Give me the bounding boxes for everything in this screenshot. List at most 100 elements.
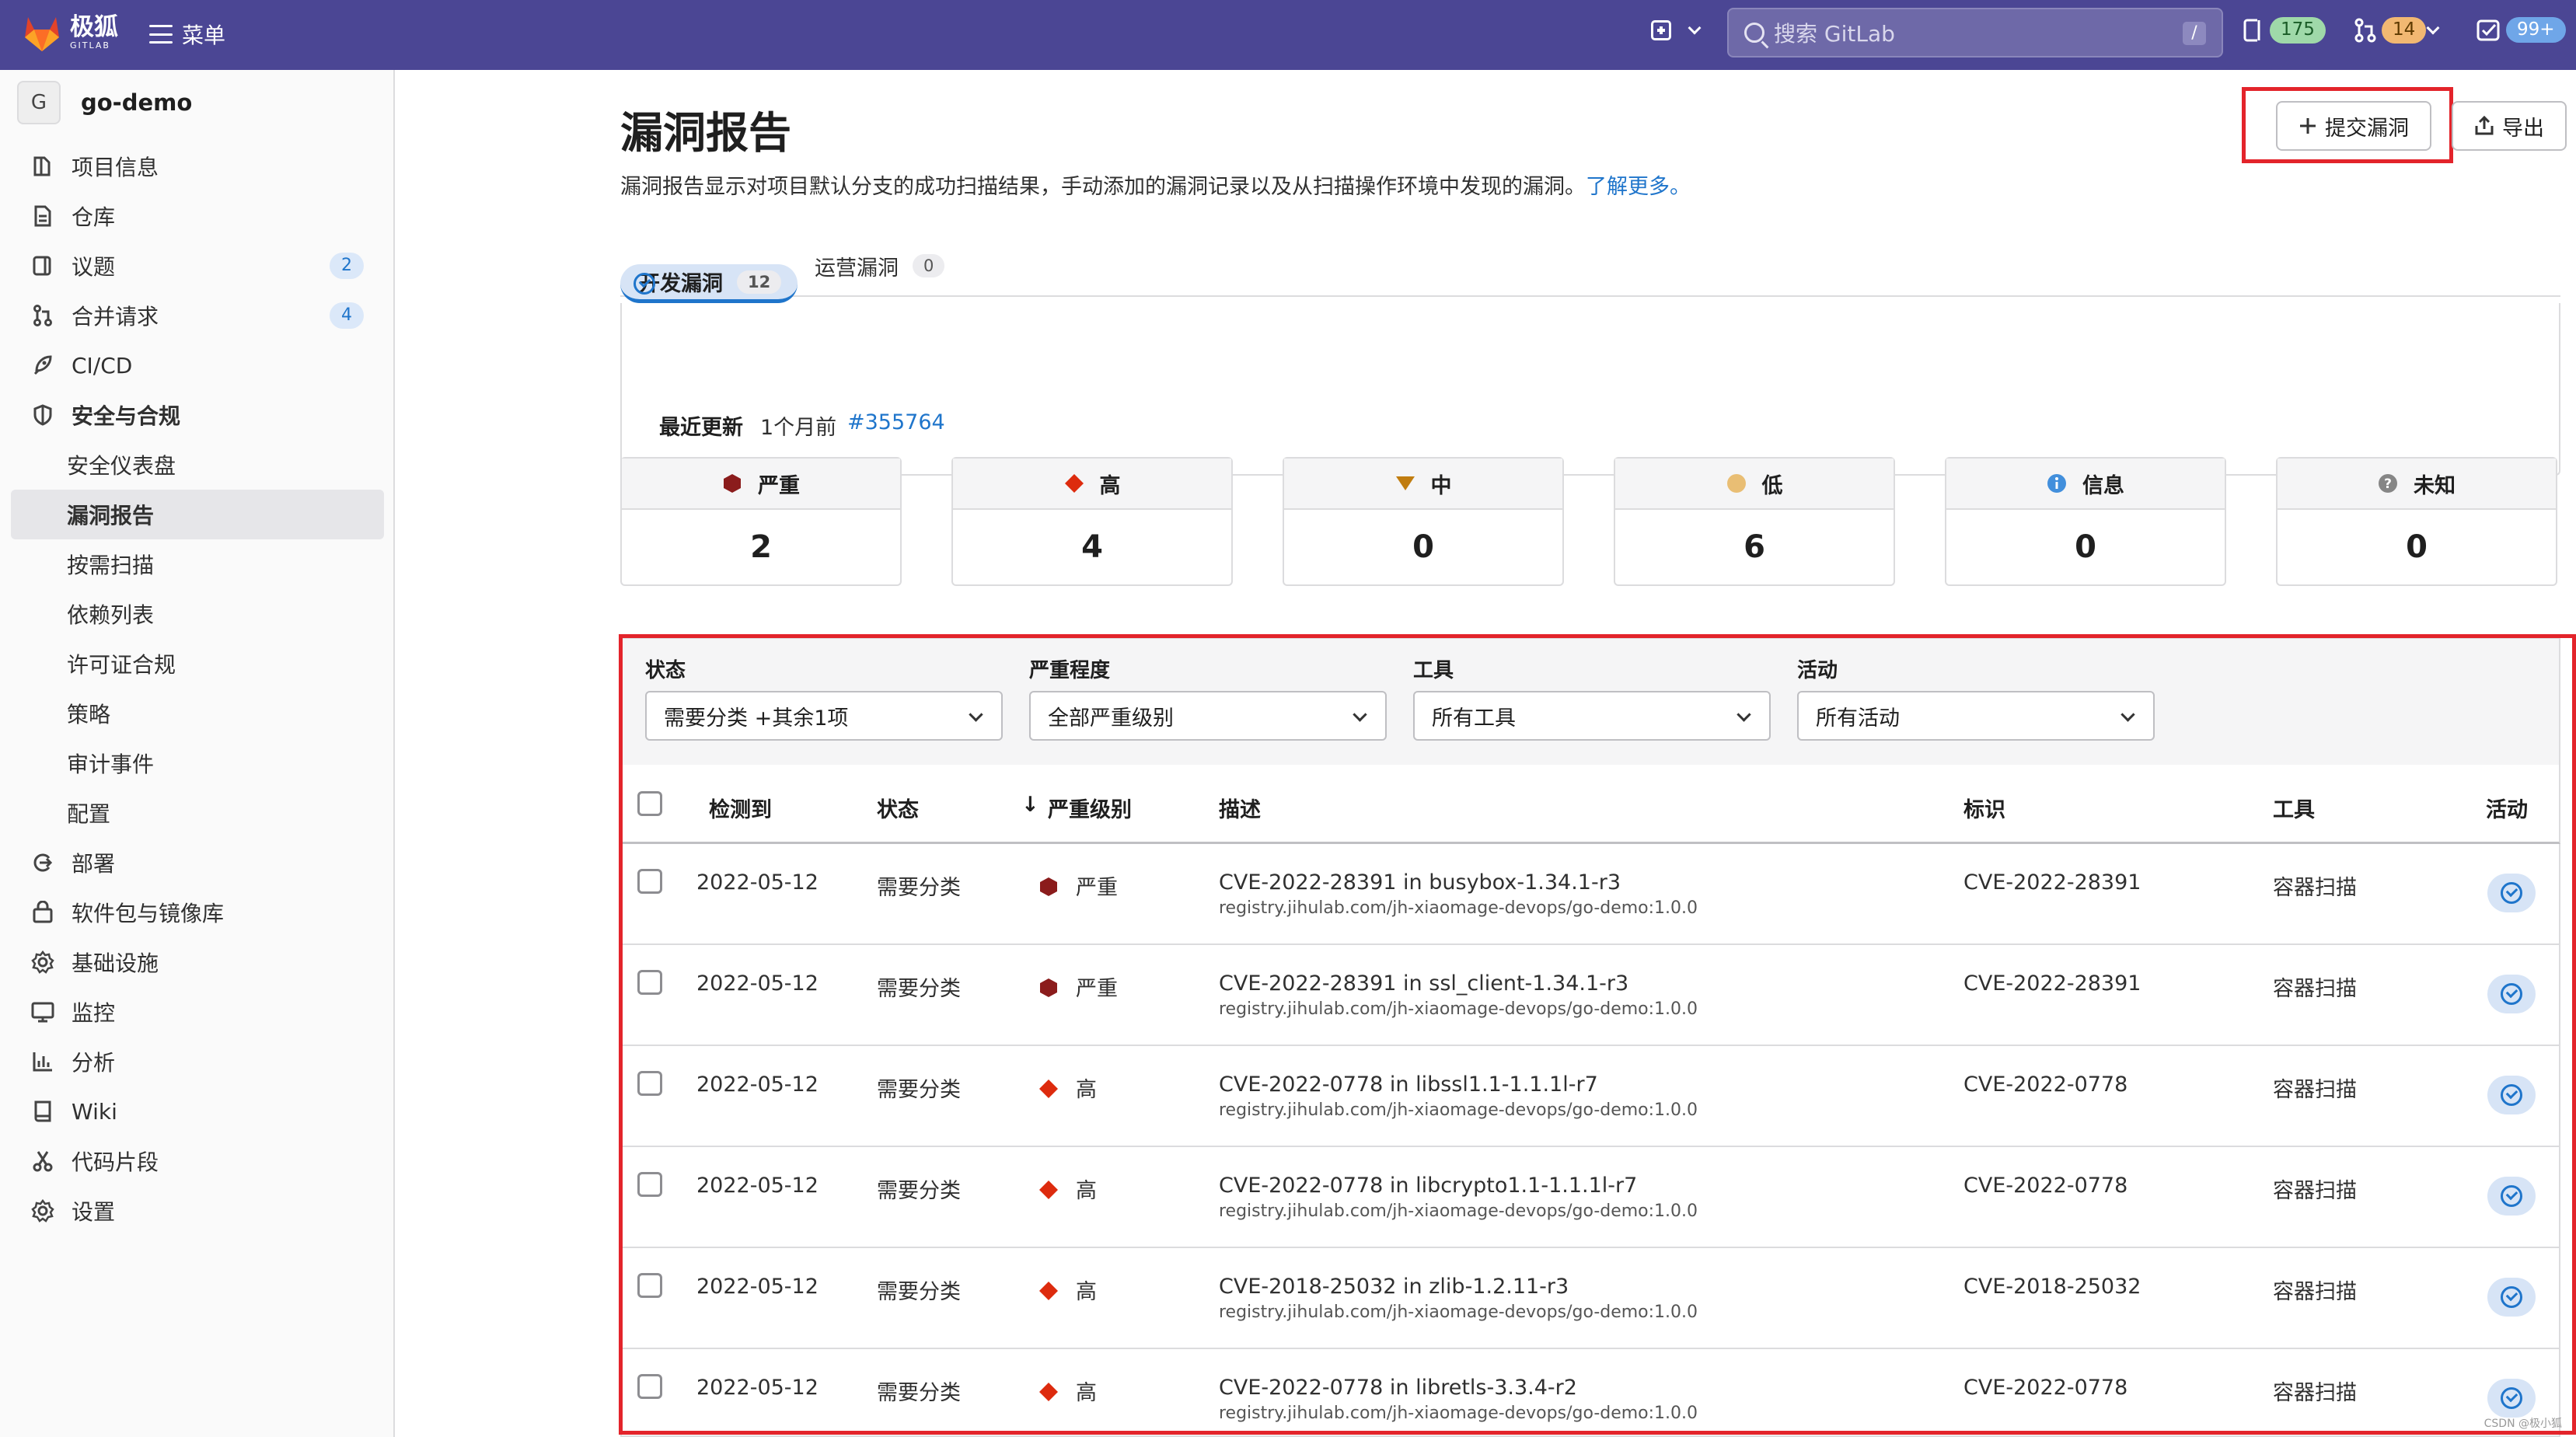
tab-label: 运营漏洞	[815, 256, 899, 281]
new-item-plus-icon[interactable]	[1651, 20, 1671, 40]
severity-high-icon	[1064, 474, 1084, 493]
severity-label: 未知	[2414, 473, 2456, 498]
project-name: go-demo	[81, 89, 193, 116]
cloud-gear-icon	[31, 950, 54, 974]
severity-card-medium[interactable]: 中 0	[1283, 457, 1564, 586]
severity-count: 6	[1744, 529, 1765, 565]
watermark: CSDN @极小狐	[2484, 1418, 2562, 1430]
severity-card-unknown[interactable]: ? 未知 0	[2276, 457, 2557, 586]
todo-count: 99+	[2506, 17, 2566, 44]
issues-icon	[33, 256, 51, 276]
sidebar-item-issues[interactable]: 议题 2	[11, 241, 384, 291]
severity-card-high[interactable]: 高 4	[951, 457, 1233, 586]
merge-request-icon	[33, 305, 52, 326]
package-icon	[33, 901, 53, 923]
chevron-down-icon[interactable]	[1688, 21, 1702, 35]
search-shortcut-key: /	[2183, 22, 2206, 45]
sidebar-item-deployments[interactable]: 部署	[11, 838, 384, 888]
sidebar-item-label: 策略	[67, 702, 111, 727]
search-placeholder: 搜索 GitLab	[1774, 21, 1895, 47]
sidebar-item-merge-requests[interactable]: 合并请求 4	[11, 291, 384, 340]
issues-icon	[2243, 19, 2264, 42]
sidebar-item-label: 依赖列表	[67, 602, 155, 628]
sidebar-item-label: 部署	[72, 851, 116, 877]
hamburger-icon	[149, 25, 173, 44]
sidebar-item-on-demand-scans[interactable]: 按需扫描	[11, 539, 384, 589]
export-button[interactable]: 导出	[2452, 101, 2567, 151]
chart-icon	[33, 1052, 52, 1072]
file-icon	[34, 205, 51, 227]
project-header[interactable]: G go-demo	[17, 81, 192, 124]
issues-count: 175	[2270, 17, 2326, 44]
top-navbar: 极狐 GITLAB 菜单 搜索 GitLab / 175 14 99+	[0, 0, 2576, 70]
shield-icon	[33, 404, 52, 426]
severity-label: 严重	[758, 473, 800, 498]
merge-requests-counter[interactable]: 14	[2354, 17, 2427, 44]
tab-count: 0	[913, 254, 945, 277]
sidebar-item-wiki[interactable]: Wiki	[11, 1086, 384, 1136]
page-title: 漏洞报告	[620, 108, 792, 158]
svg-text:?: ?	[2384, 476, 2392, 492]
severity-count: 0	[2075, 529, 2096, 565]
severity-count: 4	[1081, 529, 1103, 565]
severity-card-critical[interactable]: 严重 2	[620, 457, 902, 586]
project-sidebar: G go-demo 项目信息 仓库 议题 2 合并请求 4 CI/CD 安全与合规 …	[0, 70, 395, 1437]
rocket-icon	[33, 355, 52, 375]
fox-logo-icon	[25, 17, 59, 51]
severity-info-icon	[2047, 474, 2066, 493]
info-icon	[33, 156, 51, 176]
sidebar-item-dependency-list[interactable]: 依赖列表	[11, 589, 384, 639]
sidebar-item-license-compliance[interactable]: 许可证合规	[11, 639, 384, 689]
tab-operational-vulnerabilities[interactable]: 运营漏洞 0	[815, 235, 945, 297]
menu-button[interactable]: 菜单	[149, 19, 225, 50]
sidebar-item-label: 分析	[72, 1050, 116, 1076]
sidebar-item-label: 代码片段	[72, 1149, 159, 1175]
tab-development-vulnerabilities[interactable]: 开发漏洞 12	[620, 264, 798, 303]
search-input[interactable]: 搜索 GitLab /	[1727, 8, 2223, 58]
sidebar-item-repository[interactable]: 仓库	[11, 191, 384, 241]
sidebar-item-label: 漏洞报告	[67, 503, 155, 528]
sidebar-item-label: Wiki	[72, 1098, 117, 1125]
sidebar-item-vulnerability-report[interactable]: 漏洞报告	[11, 490, 384, 539]
sidebar-item-label: CI/CD	[72, 352, 133, 378]
sidebar-item-label: 软件包与镜像库	[72, 901, 225, 926]
todos-counter[interactable]: 99+	[2477, 17, 2566, 44]
chevron-down-icon[interactable]	[2426, 21, 2440, 35]
severity-count: 0	[1412, 529, 1434, 565]
severity-label: 信息	[2082, 473, 2124, 498]
last-updated-label: 最近更新	[659, 416, 743, 440]
last-updated-time: 1个月前	[760, 416, 837, 440]
sidebar-item-packages-registries[interactable]: 软件包与镜像库	[11, 888, 384, 937]
issues-counter[interactable]: 175	[2243, 17, 2326, 44]
submit-vulnerability-button[interactable]: 提交漏洞	[2276, 101, 2431, 151]
sidebar-item-label: 许可证合规	[67, 652, 176, 678]
sidebar-item-analytics[interactable]: 分析	[11, 1037, 384, 1086]
plus-icon	[2300, 118, 2316, 134]
sidebar-item-audit-events[interactable]: 审计事件	[11, 738, 384, 788]
sidebar-item-label: 仓库	[72, 204, 116, 230]
sidebar-item-security-dashboard[interactable]: 安全仪表盘	[11, 440, 384, 490]
severity-unknown-icon: ?	[2379, 474, 2397, 493]
last-updated-panel: 最近更新 1个月前 #355764	[620, 303, 2560, 476]
severity-card-info[interactable]: 信息 0	[1945, 457, 2226, 586]
severity-card-low[interactable]: 低 6	[1614, 457, 1895, 586]
sidebar-item-cicd[interactable]: CI/CD	[11, 340, 384, 390]
learn-more-link[interactable]: 了解更多。	[1586, 175, 1691, 199]
sidebar-item-label: 监控	[72, 1000, 116, 1026]
sidebar-item-configuration[interactable]: 配置	[11, 788, 384, 838]
deploy-icon	[33, 853, 53, 872]
sidebar-item-label: 按需扫描	[67, 553, 155, 578]
sidebar-item-infrastructure[interactable]: 基础设施	[11, 937, 384, 987]
sidebar-item-label: 基础设施	[72, 950, 159, 976]
sidebar-item-settings[interactable]: 设置	[11, 1186, 384, 1236]
sidebar-item-policies[interactable]: 策略	[11, 689, 384, 738]
issues-count-badge: 2	[330, 253, 364, 279]
sidebar-item-snippets[interactable]: 代码片段	[11, 1136, 384, 1186]
severity-label: 中	[1430, 473, 1452, 498]
sidebar-item-project-info[interactable]: 项目信息	[11, 141, 384, 191]
logo[interactable]: 极狐 GITLAB	[22, 11, 118, 54]
sidebar-item-security[interactable]: 安全与合规	[11, 390, 384, 440]
pipeline-link[interactable]: #355764	[847, 410, 945, 434]
page-description: 漏洞报告显示对项目默认分支的成功扫描结果，手动添加的漏洞记录以及从扫描操作环境中…	[620, 169, 1691, 200]
sidebar-item-monitor[interactable]: 监控	[11, 987, 384, 1037]
